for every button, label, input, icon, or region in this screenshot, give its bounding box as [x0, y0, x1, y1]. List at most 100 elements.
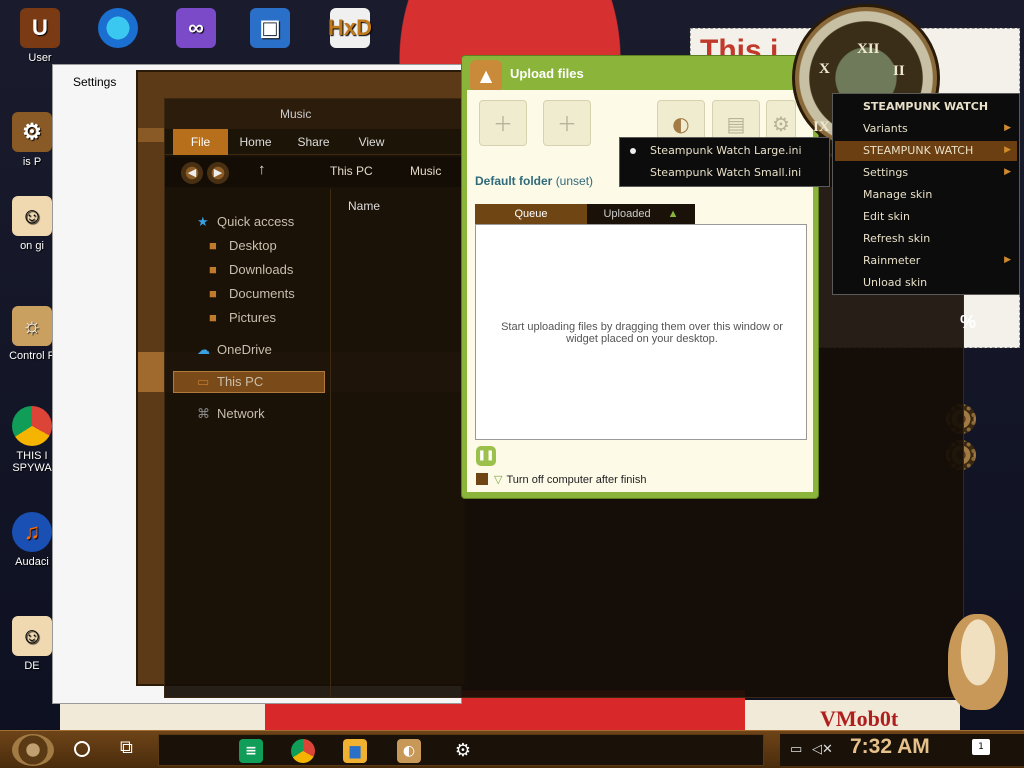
folder-icon: ■: [209, 262, 217, 277]
menu-item-unload-skin[interactable]: Unload skin: [863, 276, 927, 289]
volume-muted-icon[interactable]: ◁✕: [812, 742, 833, 757]
cloud-icon: ☁: [197, 342, 210, 357]
breadcrumb-music[interactable]: Music: [410, 164, 441, 178]
desktop-icon-label: SPYWA: [12, 462, 52, 474]
nav-item-label: Downloads: [229, 262, 294, 277]
desktop-icon-label: User: [28, 52, 52, 64]
nav-item-quick-access[interactable]: ★ Quick access: [197, 214, 294, 230]
drop-zone[interactable]: Start uploading files by dragging them o…: [475, 224, 807, 440]
notification-icon[interactable]: 1: [972, 739, 990, 755]
menu-title: STEAMPUNK WATCH: [863, 100, 989, 113]
desktop-icon-label: DE: [24, 660, 40, 672]
nav-item-desktop[interactable]: ■ Desktop: [209, 238, 277, 253]
settings-gear-icon[interactable]: ⚙: [451, 739, 475, 763]
chrome-icon: [12, 406, 52, 446]
task-view-icon[interactable]: ⧉: [120, 737, 133, 758]
selected-dot-icon: [630, 148, 636, 154]
percent-readout: %: [960, 312, 977, 332]
this-pc-icon: ⚙: [12, 112, 52, 152]
forward-button[interactable]: ▶: [207, 162, 229, 184]
default-folder-value[interactable]: (unset): [556, 174, 593, 188]
variants-submenu: Steampunk Watch Large.ini Steampunk Watc…: [619, 137, 830, 187]
menu-item-manage-skin[interactable]: Manage skin: [863, 188, 932, 201]
rainmeter-context-menu: STEAMPUNK WATCH Variants ▶ STEAMPUNK WAT…: [832, 93, 1020, 295]
nav-item-label: OneDrive: [217, 342, 272, 357]
menu-item-steampunk-watch[interactable]: STEAMPUNK WATCH: [863, 144, 973, 157]
submenu-item-small[interactable]: Steampunk Watch Small.ini: [650, 166, 801, 179]
folder-icon: ■: [209, 286, 217, 301]
desktop-icon-virtualbox[interactable]: ▣: [238, 8, 302, 52]
hamster-logo-icon: ▲: [470, 60, 502, 92]
nav-item-network[interactable]: ⌘ Network: [197, 406, 265, 422]
add-file-button[interactable]: ＋: [479, 100, 527, 146]
taskbar: ⧉ ≡ ▆ ◐ ⚙ ▭ ◁✕ 7:32 AM 1: [0, 730, 1024, 768]
ribbon-tab-share[interactable]: Share: [291, 129, 336, 155]
tab-label: Uploaded: [603, 208, 651, 220]
menu-item-settings[interactable]: Settings: [863, 166, 908, 179]
nav-item-label: This PC: [217, 374, 264, 389]
nav-item-onedrive[interactable]: ☁ OneDrive: [197, 342, 272, 358]
ribbon-tab-home[interactable]: Home: [233, 129, 278, 155]
network-icon: ⌘: [197, 406, 210, 421]
hamster-icon[interactable]: ◐: [397, 739, 421, 763]
watch-numeral: X: [819, 61, 830, 77]
shutdown-option[interactable]: ▽ Turn off computer after finish: [476, 473, 646, 486]
star-icon: ★: [197, 214, 209, 229]
submenu-item-large[interactable]: Steampunk Watch Large.ini: [650, 144, 802, 157]
window-title: Settings: [73, 75, 117, 89]
up-icon[interactable]: ↑: [258, 161, 266, 178]
desktop-icon-edge[interactable]: [86, 8, 150, 52]
folder-icon: ■: [209, 310, 217, 325]
sheets-icon[interactable]: ≡: [239, 739, 263, 763]
default-folder-label: Default folder: [475, 174, 553, 188]
nav-item-label: Desktop: [229, 238, 277, 253]
desktop-icon-label: Control P: [9, 350, 55, 362]
computer-icon: ▭: [197, 374, 210, 389]
chrome-icon[interactable]: [291, 739, 315, 763]
ribbon-tab-view[interactable]: View: [349, 129, 394, 155]
desktop-icon-visual-studio[interactable]: ∞: [164, 8, 228, 52]
add-folder-button[interactable]: ＋: [543, 100, 591, 146]
menu-item-rainmeter[interactable]: Rainmeter: [863, 254, 920, 267]
user-folder-icon: U: [20, 8, 60, 48]
desktop-icon-hxd[interactable]: HxD: [318, 8, 382, 52]
hamster-mascot-icon[interactable]: [948, 614, 1008, 710]
wallpaper-sign: VMob0t: [820, 706, 899, 731]
nav-item-this-pc[interactable]: ▭ This PC: [197, 374, 263, 390]
taskbar-clock[interactable]: 7:32 AM: [850, 735, 930, 759]
nav-item-pictures[interactable]: ■ Pictures: [209, 310, 276, 325]
nav-item-label: Pictures: [229, 310, 276, 325]
virtualbox-icon: ▣: [250, 8, 290, 48]
ribbon-tab-file[interactable]: File: [173, 129, 228, 155]
desktop-icon-label: on gi: [20, 240, 44, 252]
menu-item-edit-skin[interactable]: Edit skin: [863, 210, 910, 223]
breadcrumb-this-pc[interactable]: This PC: [330, 164, 373, 178]
hxd-icon: HxD: [328, 8, 372, 48]
warning-icon: ▲: [667, 208, 679, 220]
menu-item-variants[interactable]: Variants: [863, 122, 908, 135]
folder-icon: ■: [209, 238, 217, 253]
taskbar-apps: ≡ ▆ ◐ ⚙: [158, 734, 764, 766]
window-title: Music: [280, 107, 312, 121]
column-header-name[interactable]: Name: [348, 199, 380, 213]
pause-button[interactable]: ❚❚: [476, 446, 496, 466]
tab-queue[interactable]: Queue: [475, 204, 587, 224]
tab-uploaded[interactable]: Uploaded ▲: [587, 204, 695, 224]
shutdown-label: Turn off computer after finish: [506, 474, 647, 486]
file-explorer-icon[interactable]: ▆: [343, 739, 367, 763]
shutdown-checkbox[interactable]: [476, 473, 488, 485]
nav-item-downloads[interactable]: ■ Downloads: [209, 262, 293, 277]
network-icon[interactable]: ▭: [790, 742, 802, 757]
watch-numeral: II: [893, 63, 905, 79]
start-button[interactable]: [12, 734, 54, 766]
nav-item-documents[interactable]: ■ Documents: [209, 286, 295, 301]
search-icon[interactable]: [74, 741, 90, 757]
default-folder: Default folder (unset): [475, 174, 593, 188]
watch-numeral: XII: [857, 41, 880, 57]
back-button[interactable]: ◀: [181, 162, 203, 184]
desktop-icon-user[interactable]: U User: [8, 8, 72, 64]
submenu-arrow-icon: ▶: [1004, 145, 1011, 155]
triangle-icon: ▽: [494, 474, 503, 486]
upload-files-window[interactable]: ▲ Upload files ＋ ＋ ◐ ▤ ⚙ Default folder …: [461, 55, 819, 499]
menu-item-refresh-skin[interactable]: Refresh skin: [863, 232, 930, 245]
